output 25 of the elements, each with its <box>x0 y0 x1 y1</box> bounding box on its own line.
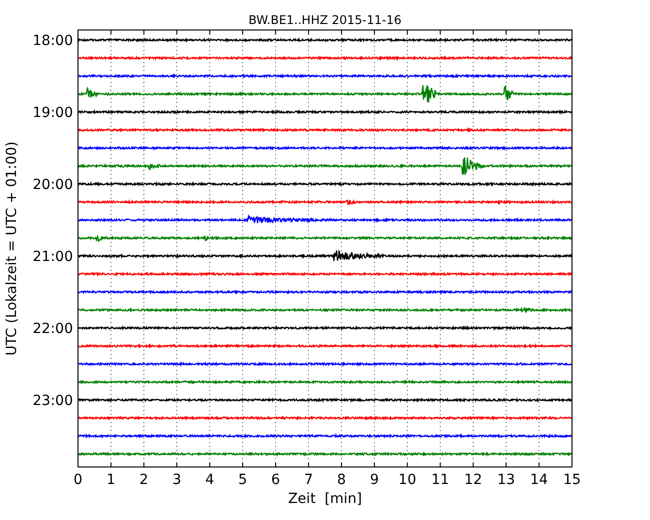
chart-title: BW.BE1..HHZ 2015-11-16 <box>248 13 402 27</box>
tick-label: 14 <box>530 472 548 488</box>
tick-label: 1 <box>106 472 116 488</box>
axis-title: UTC (Lokalzeit = UTC + 01:00) <box>4 141 20 356</box>
tick-label: 9 <box>370 472 379 488</box>
tick-label: 18:00 <box>32 33 73 49</box>
tick-label: 4 <box>205 472 214 488</box>
tick-label: 23:00 <box>32 393 73 409</box>
tick-label: 8 <box>337 472 346 488</box>
tick-label: 19:00 <box>32 105 73 121</box>
tick-label: 7 <box>304 472 313 488</box>
tick-label: 3 <box>172 472 182 488</box>
tick-label: 15 <box>563 472 581 488</box>
tick-label: 11 <box>431 472 450 488</box>
tick-label: 22:00 <box>32 321 73 337</box>
tick-label: 5 <box>238 472 248 488</box>
tick-label: 21:00 <box>32 249 73 265</box>
tick-label: 2 <box>139 472 148 488</box>
tick-label: 0 <box>74 472 82 488</box>
tick-label: 6 <box>271 472 280 488</box>
tick-label: 10 <box>398 472 416 488</box>
tick-label: 20:00 <box>32 177 73 193</box>
axis-title: Zeit [min] <box>288 491 362 507</box>
tick-label: 12 <box>464 472 482 488</box>
tick-label: 13 <box>497 472 516 488</box>
